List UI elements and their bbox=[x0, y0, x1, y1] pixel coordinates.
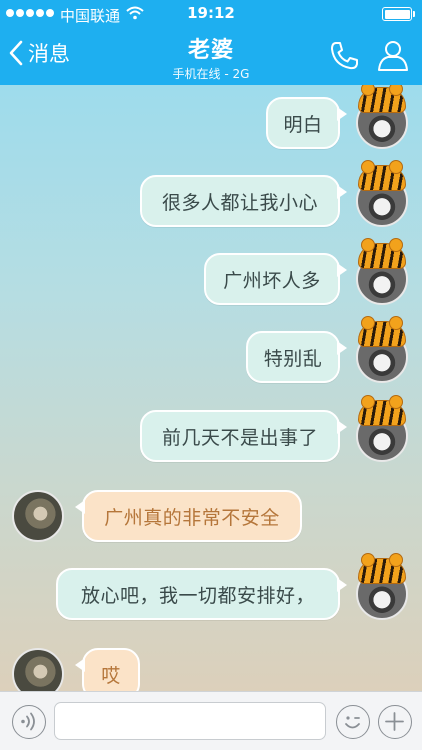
tiger-hat-icon bbox=[358, 395, 406, 426]
status-bar: 中国联通 19:12 bbox=[0, 0, 422, 28]
message-text: 放心吧，我一切都安排好， bbox=[80, 584, 315, 607]
contact-avatar[interactable] bbox=[12, 490, 64, 542]
status-time: 19:12 bbox=[187, 4, 235, 22]
phone-icon[interactable] bbox=[328, 40, 360, 72]
tiger-hat-icon bbox=[358, 238, 406, 269]
plus-icon bbox=[385, 712, 404, 731]
message-text: 特别乱 bbox=[263, 347, 323, 370]
message-bubble[interactable]: 广州真的非常不安全 bbox=[75, 490, 302, 542]
message-text: 明白 bbox=[283, 113, 323, 136]
message-list[interactable]: 明白 很多人都让我小心 广州坏人多 特别乱 前几天不是出事了 广州真的非常不安全… bbox=[0, 85, 422, 691]
message-bubble[interactable]: 广州坏人多 bbox=[204, 253, 347, 305]
tiger-hat-icon bbox=[358, 553, 406, 584]
contact-avatar[interactable] bbox=[12, 648, 64, 691]
voice-icon bbox=[21, 712, 35, 731]
message-text: 哎 bbox=[101, 664, 121, 687]
tiger-hat-icon bbox=[358, 85, 406, 113]
message-input[interactable] bbox=[54, 702, 326, 740]
message-bubble[interactable]: 放心吧，我一切都安排好， bbox=[56, 568, 347, 620]
message-bubble[interactable]: 很多人都让我小心 bbox=[140, 175, 347, 227]
message-text: 广州真的非常不安全 bbox=[104, 506, 280, 529]
message-text: 很多人都让我小心 bbox=[161, 191, 318, 214]
tiger-hat-icon bbox=[358, 316, 406, 347]
message-bubble[interactable]: 特别乱 bbox=[246, 331, 347, 383]
input-bar bbox=[0, 691, 422, 750]
top-bar: 中国联通 19:12 消息 老婆 手机在线 - 2G bbox=[0, 0, 422, 85]
message-text: 前几天不是出事了 bbox=[161, 426, 318, 449]
emoji-button[interactable] bbox=[336, 705, 370, 739]
message-bubble[interactable]: 明白 bbox=[266, 97, 347, 149]
battery-icon bbox=[382, 7, 415, 21]
more-button[interactable] bbox=[378, 705, 412, 739]
message-bubble[interactable]: 哎 bbox=[75, 648, 140, 691]
person-icon[interactable] bbox=[376, 38, 410, 72]
smiley-icon bbox=[345, 716, 360, 729]
voice-button[interactable] bbox=[12, 705, 46, 739]
message-text: 广州坏人多 bbox=[223, 269, 321, 292]
tiger-hat-icon bbox=[358, 160, 406, 191]
message-bubble[interactable]: 前几天不是出事了 bbox=[140, 410, 347, 462]
